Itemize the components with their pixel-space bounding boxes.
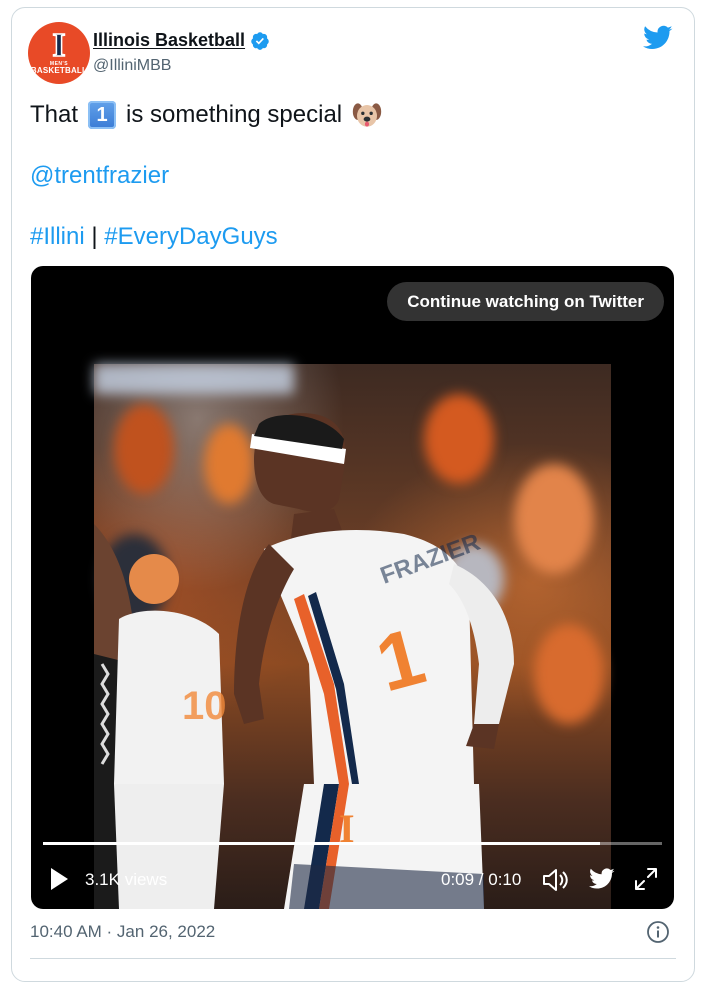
keycap-one-emoji: 1 — [88, 101, 117, 129]
display-name[interactable]: Illinois Basketball — [93, 30, 245, 51]
illini-logo-icon: I — [52, 27, 67, 64]
progress-bar[interactable] — [43, 842, 662, 845]
twitter-bird-icon[interactable] — [589, 868, 615, 890]
tweet-text: That 1 is something special — [30, 100, 382, 130]
tweet-text-start: That — [30, 101, 79, 128]
twitter-bird-icon[interactable] — [643, 25, 673, 51]
mention-trentfrazier[interactable]: @trentfrazier — [30, 162, 169, 189]
hashtag-everydayguys[interactable]: #EveryDayGuys — [104, 223, 277, 250]
avatar-basketball-text: BASKETBALL — [30, 66, 88, 75]
progress-bar-fill — [43, 842, 601, 845]
video-controls: 3.1K views 0:09 / 0:10 — [31, 862, 674, 900]
divider — [30, 958, 676, 959]
fullscreen-icon[interactable] — [633, 866, 659, 892]
hashtag-separator: | — [91, 223, 98, 250]
verified-badge-icon — [251, 31, 269, 50]
video-player[interactable]: 10 FRAZIER 1 I Continue watching on Twit… — [31, 266, 674, 909]
mention-link[interactable]: @trentfrazier — [30, 161, 169, 191]
video-frame[interactable]: 10 FRAZIER 1 I — [94, 364, 611, 909]
tweet-timestamp[interactable]: 10:40 AM · Jan 26, 2022 — [30, 922, 215, 942]
view-count: 3.1K views — [85, 870, 168, 889]
handle[interactable]: @IlliniMBB — [93, 57, 171, 75]
avatar[interactable]: I MEN'S BASKETBALL — [28, 22, 90, 84]
tweet-text-end: is something special — [126, 101, 343, 128]
continue-watching-button[interactable]: Continue watching on Twitter — [387, 282, 664, 321]
video-time: 0:09 / 0:10 — [441, 870, 522, 889]
info-icon[interactable] — [646, 920, 670, 944]
play-icon[interactable] — [49, 867, 69, 891]
hashtag-illini[interactable]: #Illini — [30, 223, 85, 250]
hashtags: #Illini | #EveryDayGuys — [30, 222, 278, 252]
volume-icon[interactable] — [541, 867, 569, 893]
player-image: 10 FRAZIER 1 I — [94, 413, 514, 909]
svg-text:10: 10 — [182, 684, 227, 728]
tweet-card[interactable]: I MEN'S BASKETBALL Illinois Basketball @… — [11, 7, 695, 982]
dog-face-icon — [352, 103, 382, 127]
author-name-row: Illinois Basketball — [93, 30, 270, 51]
